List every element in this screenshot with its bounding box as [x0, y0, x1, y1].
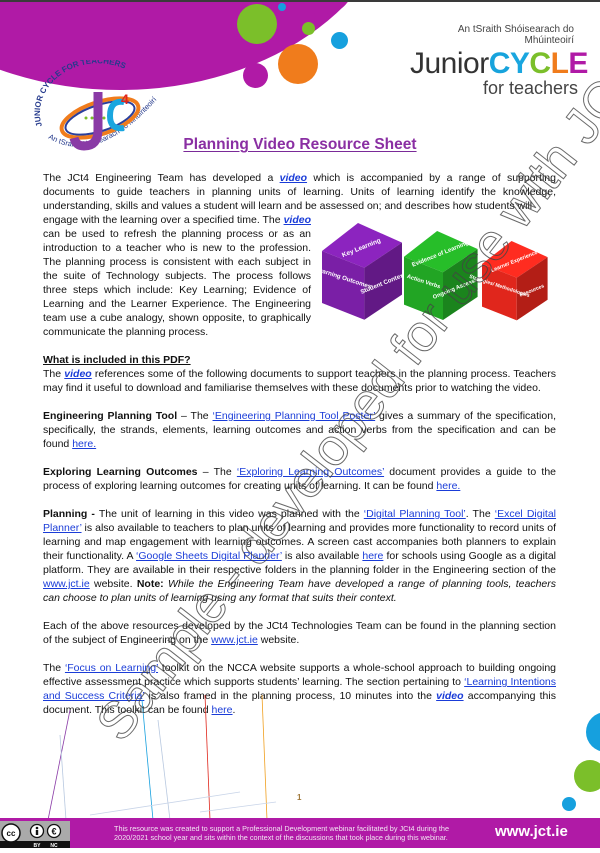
planning-heading: Planning -	[43, 508, 95, 520]
jct-website-link-2[interactable]: www.jct.ie	[211, 634, 258, 646]
logo-cycle-letter: C	[488, 47, 511, 80]
svg-text:BY: BY	[34, 843, 42, 848]
toolkit-here-link[interactable]: here	[212, 704, 233, 716]
top-border	[0, 0, 600, 2]
svg-text:4: 4	[121, 91, 129, 107]
focus-on-learning-section: The ‘Focus on Learning’ toolkit on the N…	[43, 662, 557, 716]
junior-cycle-logo: An tSraith Shóisearach do Mhúinteoirí Ju…	[410, 24, 590, 97]
blue-circle-decoration	[331, 32, 348, 49]
planning-cubes-graphic: Key Learning Learning Outcomes Student Con…	[315, 217, 556, 327]
logo-junior-word: Junior	[410, 47, 489, 80]
logo-cycle-letter: E	[568, 47, 588, 80]
svg-text:€: €	[51, 827, 56, 837]
logo-for-teachers: for teachers	[482, 78, 578, 98]
video-link-3[interactable]: video	[64, 368, 91, 380]
planning-tool-section: Engineering Planning Tool – The ‘Enginee…	[43, 410, 556, 450]
intro-paragraph-wrapped: engage with the learning over a specifie…	[43, 214, 311, 338]
digital-planning-tool-link[interactable]: ‘Digital Planning Tool’	[364, 508, 466, 520]
logo-cycle-letter: L	[550, 47, 569, 80]
google-sheets-planner-link[interactable]: ‘Google Sheets Digital Planner’	[136, 550, 282, 562]
orange-circle-decoration	[278, 44, 318, 84]
video-link-4[interactable]: video	[436, 690, 463, 702]
main-content: The JCt4 Engineering Team has developed …	[43, 171, 556, 717]
planning-tool-heading: Engineering Planning Tool	[43, 410, 178, 422]
logo-cycle-letter: C	[529, 47, 551, 80]
planning-cube: Learner ExperienceStrategies/ Methodolog…	[468, 241, 548, 321]
planning-tool-poster-link[interactable]: ‘Engineering Planning Tool Poster’	[213, 410, 376, 422]
exploring-outcomes-heading: Exploring Learning Outcomes	[43, 466, 198, 478]
video-link-2[interactable]: video	[284, 214, 311, 226]
page-title: Planning Video Resource Sheet	[183, 136, 417, 153]
blue-dot-decoration	[278, 3, 286, 11]
exploring-outcomes-here-link[interactable]: here.	[436, 480, 460, 492]
svg-text:NC: NC	[50, 843, 58, 848]
page-number: 1	[297, 793, 302, 802]
video-link[interactable]: video	[280, 172, 307, 184]
planning-tool-here-link[interactable]: here.	[72, 438, 96, 450]
green-circle-decoration	[237, 4, 277, 44]
logo-junior-cycle: JuniorCYCLE	[410, 49, 590, 79]
resources-location-section: Each of the above resources developed by…	[43, 620, 556, 646]
jct-website-link[interactable]: www.jct.ie	[43, 578, 90, 590]
blue-dot-right-decoration	[562, 797, 576, 811]
included-heading: What is included in this PDF?	[43, 354, 191, 366]
logo-cycle-letter: Y	[509, 47, 530, 80]
blue-circle-right-decoration	[586, 712, 600, 752]
footer-website-link[interactable]: www.jct.ie	[495, 823, 568, 840]
footer-disclaimer: This resource was created to support a P…	[114, 824, 450, 842]
cc-license-badge[interactable]: cc € BY NC	[0, 821, 70, 849]
included-section: What is included in this PDF? The video …	[43, 354, 556, 394]
green-circle-right-decoration	[574, 760, 600, 792]
planning-section: Planning - The unit of learning in this …	[43, 508, 557, 604]
intro-paragraph-top: The JCt4 Engineering Team has developed …	[43, 172, 556, 212]
svg-text:cc: cc	[7, 829, 16, 838]
green-small-circle-decoration	[302, 22, 315, 35]
focus-on-learning-link[interactable]: ‘Focus on Learning’	[65, 662, 158, 674]
exploring-outcomes-link[interactable]: ‘Exploring Learning Outcomes’	[237, 466, 384, 478]
logo-cycle-word: CYCLE	[488, 47, 589, 80]
purple-small-circle-decoration	[243, 63, 268, 88]
logo-irish-text: An tSraith Shóisearach do Mhúinteoirí	[457, 24, 574, 46]
exploring-outcomes-section: Exploring Learning Outcomes – The ‘Explo…	[43, 466, 556, 492]
logo-arc-top-text: JUNIOR CYCLE FOR TEACHERS	[33, 56, 128, 128]
google-sheets-here-link[interactable]: here	[362, 550, 383, 562]
planning-cube: Key LearningLearning OutcomesStudent Con…	[315, 223, 407, 320]
svg-text:JUNIOR CYCLE FOR TEACHERS: JUNIOR CYCLE FOR TEACHERS	[33, 60, 128, 128]
